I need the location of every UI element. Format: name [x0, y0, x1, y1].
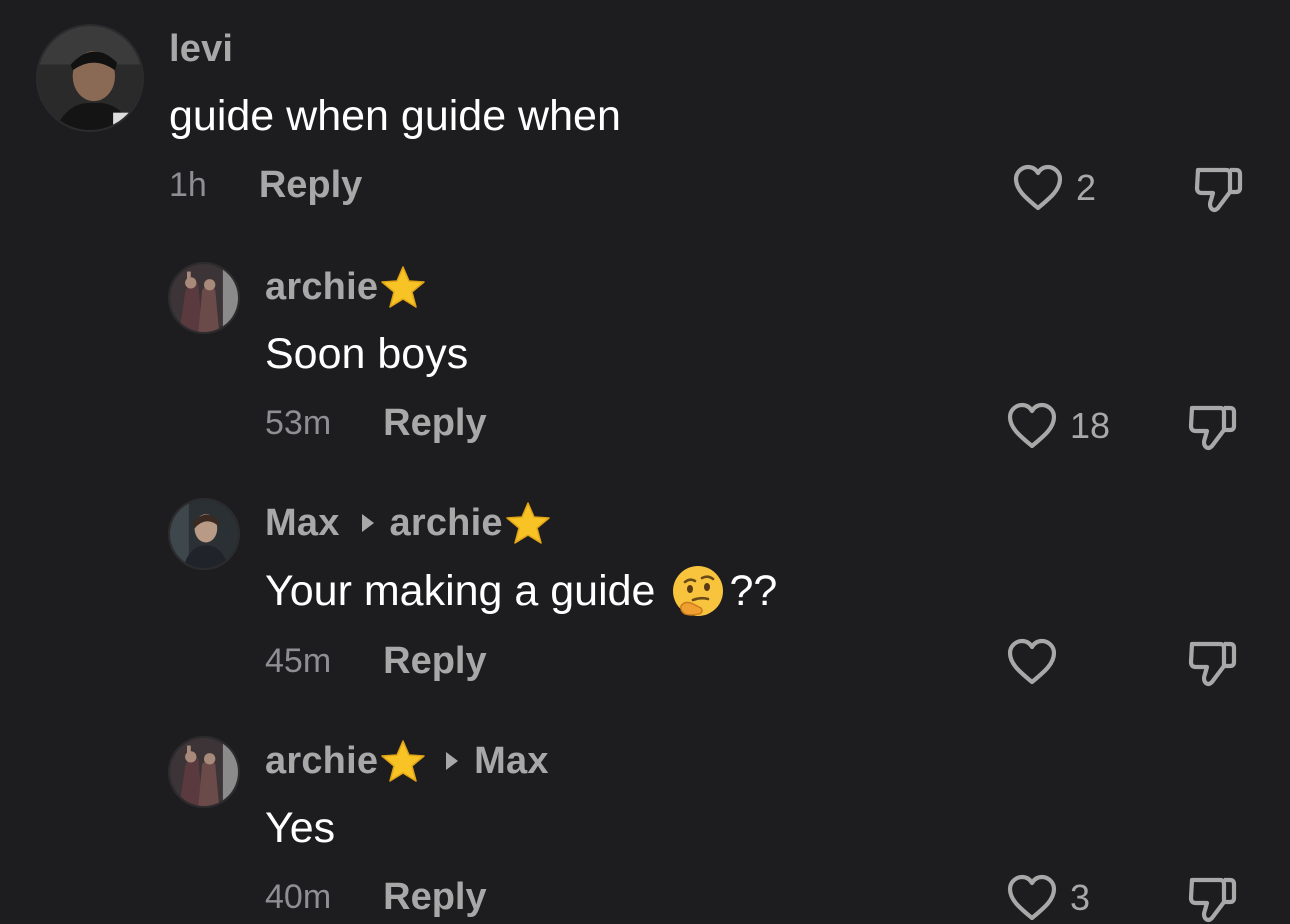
reply-button[interactable]: Reply: [383, 876, 486, 919]
dislike-button[interactable]: [1186, 872, 1238, 924]
like-count: 3: [1070, 877, 1091, 918]
username-text[interactable]: archie: [265, 740, 378, 783]
triangle-right-icon: [446, 752, 459, 770]
comment-item: archie Max Yes 40m Reply 3: [0, 0, 1290, 924]
heart-outline-icon: [1007, 874, 1057, 921]
comment-time: 40m: [265, 878, 332, 916]
comment-text: Yes: [265, 804, 335, 853]
comment-meta: 40m Reply: [265, 876, 487, 919]
avatar-image: [170, 738, 238, 806]
thumbs-down-icon: [1188, 877, 1237, 923]
star-emoji: [378, 738, 428, 784]
avatar[interactable]: [168, 736, 240, 808]
like-button[interactable]: 3: [1006, 874, 1090, 922]
comment-text-content: Yes: [265, 804, 336, 852]
reply-to-username[interactable]: Max: [474, 740, 549, 783]
comment-username: archie Max: [265, 738, 549, 784]
